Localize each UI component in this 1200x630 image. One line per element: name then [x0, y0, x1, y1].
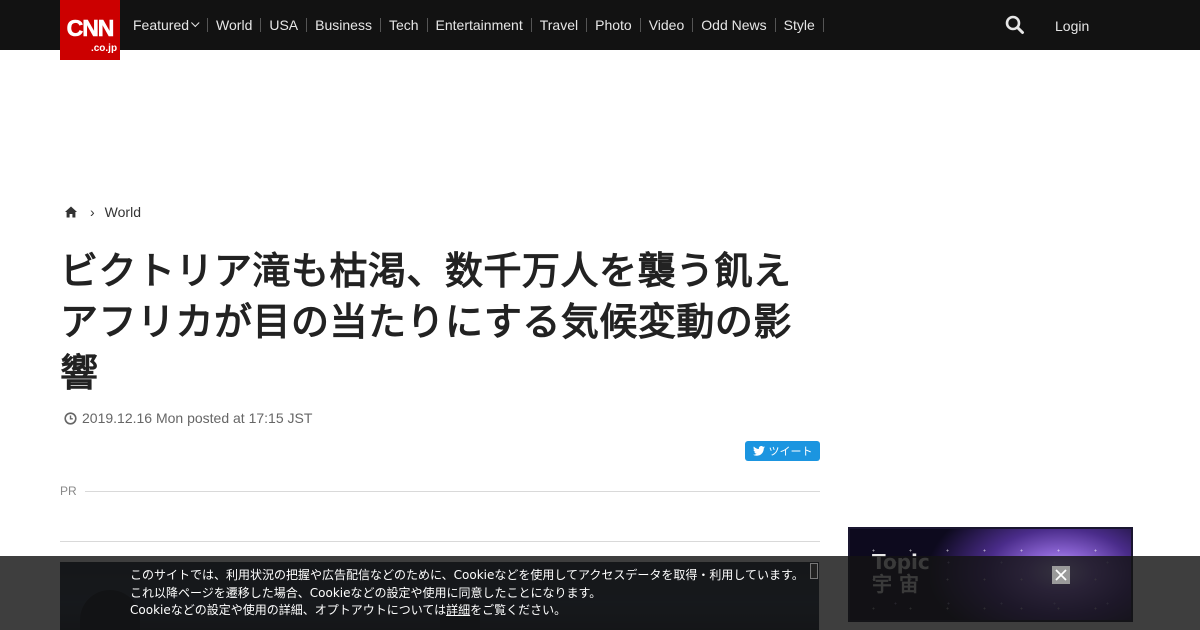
date-text: 2019.12.16 Mon posted at 17:15 JST: [82, 410, 313, 426]
nav-item-label: Video: [648, 17, 685, 33]
nav-item-business[interactable]: Business: [307, 18, 381, 32]
nav-item-label: World: [216, 17, 253, 33]
cookie-details-link[interactable]: 詳細: [446, 603, 470, 617]
nav-item-style[interactable]: Style: [776, 18, 824, 32]
login-link[interactable]: Login: [1055, 18, 1089, 34]
cookie-text: このサイトでは、利用状況の把握や広告配信などのために、Cookieなどを使用して…: [130, 567, 804, 620]
cookie-line-text: Cookieなどの設定や使用の詳細、オプトアウトについては: [130, 603, 447, 617]
cookie-line: これ以降ページを遷移した場合、Cookieなどの設定や使用に同意したことになりま…: [130, 585, 602, 600]
twitter-bird-icon: [752, 446, 765, 456]
tweet-label: ツイート: [768, 445, 813, 458]
pr-label: PR: [60, 484, 77, 498]
nav-item-odd-news[interactable]: Odd News: [693, 17, 776, 33]
ad-info-icon[interactable]: [810, 563, 818, 579]
main-nav: Featured World USA Business Tech Enterta…: [125, 0, 824, 50]
cookie-line: このサイトでは、利用状況の把握や広告配信などのために、Cookieなどを使用して…: [130, 568, 804, 582]
nav-item-label: Odd News: [701, 17, 767, 33]
nav-item-featured[interactable]: Featured: [125, 17, 209, 33]
pr-divider: PR: [60, 484, 820, 498]
nav-item-label: Featured: [133, 17, 190, 33]
nav-item-entertainment[interactable]: Entertainment: [428, 18, 532, 32]
nav-item-video[interactable]: Video: [641, 18, 694, 32]
nav-item-label: Entertainment: [435, 17, 523, 33]
nav-item-label: Photo: [595, 17, 632, 33]
nav-item-usa[interactable]: USA: [261, 17, 308, 33]
tweet-button[interactable]: ツイート: [745, 441, 820, 461]
article-date: 2019.12.16 Mon posted at 17:15 JST: [64, 410, 312, 426]
nav-item-label: Tech: [388, 17, 419, 33]
close-icon[interactable]: [1052, 566, 1070, 584]
top-nav-bar: Featured World USA Business Tech Enterta…: [0, 0, 1200, 50]
nav-item-tech[interactable]: Tech: [381, 18, 428, 32]
home-icon[interactable]: [64, 205, 78, 219]
nav-item-label: USA: [269, 17, 299, 33]
cookie-consent-bar: このサイトでは、利用状況の把握や広告配信などのために、Cookieなどを使用して…: [0, 556, 1200, 630]
divider: [60, 541, 820, 542]
cookie-line-text: をご覧ください。: [470, 603, 567, 617]
nav-item-label: Style: [783, 17, 815, 33]
breadcrumb-section[interactable]: World: [105, 204, 141, 220]
nav-item-label: Travel: [539, 17, 579, 33]
clock-icon: [64, 411, 77, 425]
chevron-right-icon: ›: [90, 204, 95, 220]
svg-text:CNN: CNN: [67, 15, 114, 41]
search-icon[interactable]: [1004, 14, 1026, 36]
chevron-down-icon: [191, 18, 200, 28]
nav-item-world[interactable]: World: [208, 17, 262, 33]
svg-text:.co.jp: .co.jp: [91, 43, 117, 54]
nav-item-travel[interactable]: Travel: [532, 17, 588, 33]
breadcrumb: › World: [64, 204, 141, 220]
divider: [84, 490, 820, 492]
article-title: ビクトリア滝も枯渇、数千万人を襲う飢え アフリカが目の当たりにする気候変動の影響: [60, 249, 831, 395]
nav-item-photo[interactable]: Photo: [587, 18, 641, 32]
nav-item-label: Business: [315, 17, 372, 33]
cookie-line: Cookieなどの設定や使用の詳細、オプトアウトについては詳細をご覧ください。: [130, 602, 804, 620]
cnn-logo[interactable]: CNN .co.jp: [60, 0, 120, 60]
